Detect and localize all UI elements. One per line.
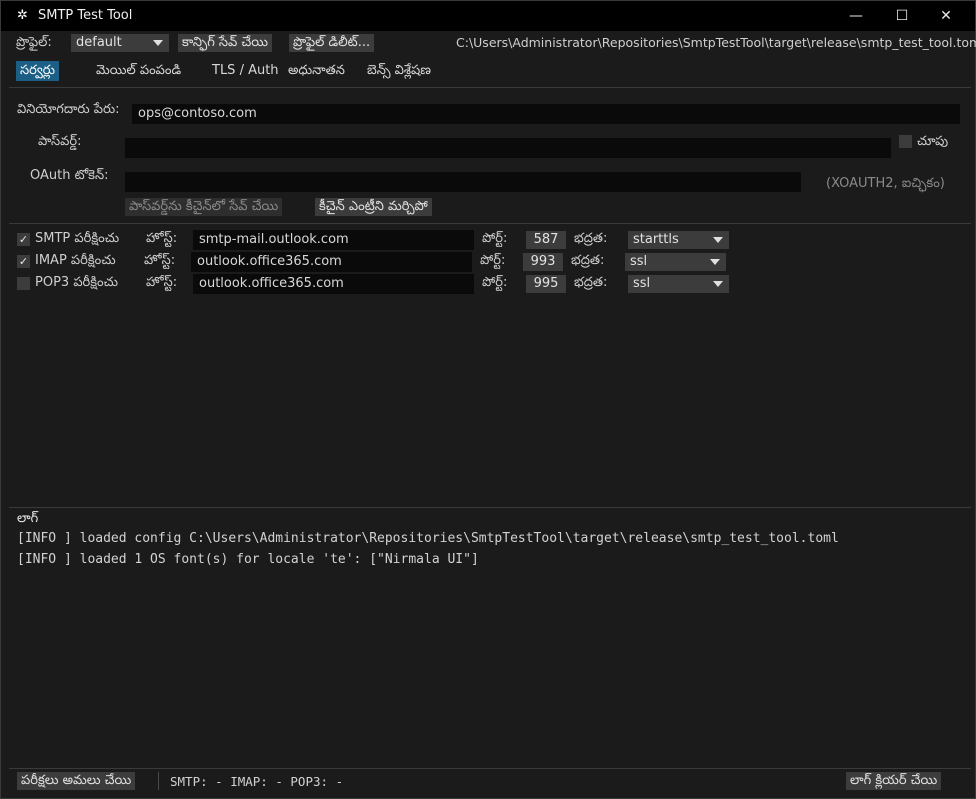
smtp-host-field[interactable]: smtp-mail.outlook.com <box>193 230 474 250</box>
title-bar: ✲ SMTP Test Tool — ☐ ✕ <box>1 1 975 31</box>
password-field[interactable] <box>125 138 891 158</box>
pop3-port-field[interactable]: 995 <box>526 275 566 293</box>
run-tests-button[interactable]: పరీక్షలు అమలు చేయి <box>17 772 136 790</box>
profile-select-value: default <box>76 35 122 50</box>
chevron-down-icon <box>710 259 720 265</box>
imap-security-label: భద్రత: <box>571 253 605 268</box>
show-password-label: చూపు <box>917 134 949 149</box>
forget-keychain-button[interactable]: కీచైన్ ఎంట్రీని మర్చిపో <box>315 198 432 216</box>
smtp-security-select[interactable]: starttls <box>628 231 729 249</box>
username-field[interactable]: ops@contoso.com <box>132 104 960 124</box>
log-title: లాగ్ <box>17 511 39 526</box>
clear-log-button[interactable]: లాగ్ క్లియర్ చేయి <box>846 772 942 790</box>
pop3-port-label: పోర్ట్: <box>482 275 508 290</box>
window-title: SMTP Test Tool <box>38 8 133 23</box>
smtp-host-label: హోస్ట్: <box>146 231 178 246</box>
username-label: వినియోగదారు పేరు: <box>17 102 120 117</box>
chevron-down-icon <box>713 237 723 243</box>
pop3-enable-checkbox[interactable] <box>17 277 30 290</box>
log-line: [INFO ] loaded config C:\Users\Administr… <box>17 531 839 546</box>
app-window: ✲ SMTP Test Tool — ☐ ✕ ప్రొఫైల్: default… <box>0 0 976 799</box>
chevron-down-icon <box>713 281 723 287</box>
imap-port-field[interactable]: 993 <box>523 253 563 271</box>
smtp-security-label: భద్రత: <box>574 231 608 246</box>
log-divider <box>9 507 971 508</box>
pop3-security-value: ssl <box>633 276 651 291</box>
app-logo-icon: ✲ <box>17 8 28 23</box>
tab-send-mail[interactable]: మెయిల్ పంపండి <box>92 61 185 81</box>
pop3-security-label: భద్రత: <box>574 275 608 290</box>
minimize-icon[interactable]: — <box>833 1 879 31</box>
delete-profile-button[interactable]: ప్రొఫైల్ డిలీట్... <box>289 34 375 52</box>
imap-security-select[interactable]: ssl <box>625 253 726 271</box>
password-label: పాస్‌వర్డ్: <box>38 134 82 149</box>
maximize-icon[interactable]: ☐ <box>879 1 925 31</box>
smtp-enable-label: SMTP పరీక్షించు <box>35 231 120 246</box>
profile-label: ప్రొఫైల్: <box>16 35 52 50</box>
save-to-keychain-button[interactable]: పాస్‌వర్డ్‌ను కీచైన్‌లో సేవ్ చేయి <box>125 198 283 216</box>
pop3-security-select[interactable]: ssl <box>628 275 729 293</box>
statusbar-separator <box>158 772 159 790</box>
pop3-enable-label: POP3 పరీక్షించు <box>35 275 119 290</box>
imap-host-label: హోస్ట్: <box>144 253 176 268</box>
profile-select[interactable]: default <box>71 34 169 52</box>
imap-enable-label: IMAP పరీక్షించు <box>35 253 116 268</box>
show-password-checkbox[interactable] <box>899 135 912 148</box>
imap-port-label: పోర్ట్: <box>480 253 506 268</box>
tab-tls-auth[interactable]: TLS / Auth <box>208 61 283 81</box>
tab-servers[interactable]: సర్వర్లు <box>16 61 59 81</box>
oauth-label: OAuth టోకెన్: <box>30 168 109 183</box>
log-line: [INFO ] loaded 1 OS font(s) for locale '… <box>17 552 479 567</box>
auth-divider <box>9 223 971 224</box>
oauth-token-field[interactable] <box>125 172 801 192</box>
imap-enable-checkbox[interactable]: ✓ <box>17 255 30 268</box>
imap-security-value: ssl <box>630 254 648 269</box>
oauth-hint: (XOAUTH2, ఐచ్ఛికం) <box>826 176 945 191</box>
chevron-down-icon <box>153 40 163 46</box>
checkmark-icon: ✓ <box>18 255 29 268</box>
smtp-port-field[interactable]: 587 <box>526 231 566 249</box>
test-status-text: SMTP: - IMAP: - POP3: - <box>170 774 344 789</box>
pop3-host-label: హోస్ట్: <box>146 275 178 290</box>
tab-advanced[interactable]: అధునాతన <box>284 61 349 81</box>
close-icon[interactable]: ✕ <box>923 1 969 31</box>
imap-host-field[interactable]: outlook.office365.com <box>191 252 472 272</box>
save-config-button[interactable]: కాన్ఫిగ్ సేవ్ చేయి <box>178 34 273 52</box>
pop3-host-field[interactable]: outlook.office365.com <box>193 274 474 294</box>
config-path: C:\Users\Administrator\Repositories\Smtp… <box>456 35 976 50</box>
checkmark-icon: ✓ <box>18 233 29 246</box>
smtp-enable-checkbox[interactable]: ✓ <box>17 233 30 246</box>
tabs-divider <box>9 87 971 88</box>
smtp-security-value: starttls <box>633 232 679 247</box>
smtp-port-label: పోర్ట్: <box>482 231 508 246</box>
tab-diagnostics[interactable]: బెన్స్ విశ్లేషణ <box>363 61 435 81</box>
statusbar-divider <box>9 768 971 769</box>
